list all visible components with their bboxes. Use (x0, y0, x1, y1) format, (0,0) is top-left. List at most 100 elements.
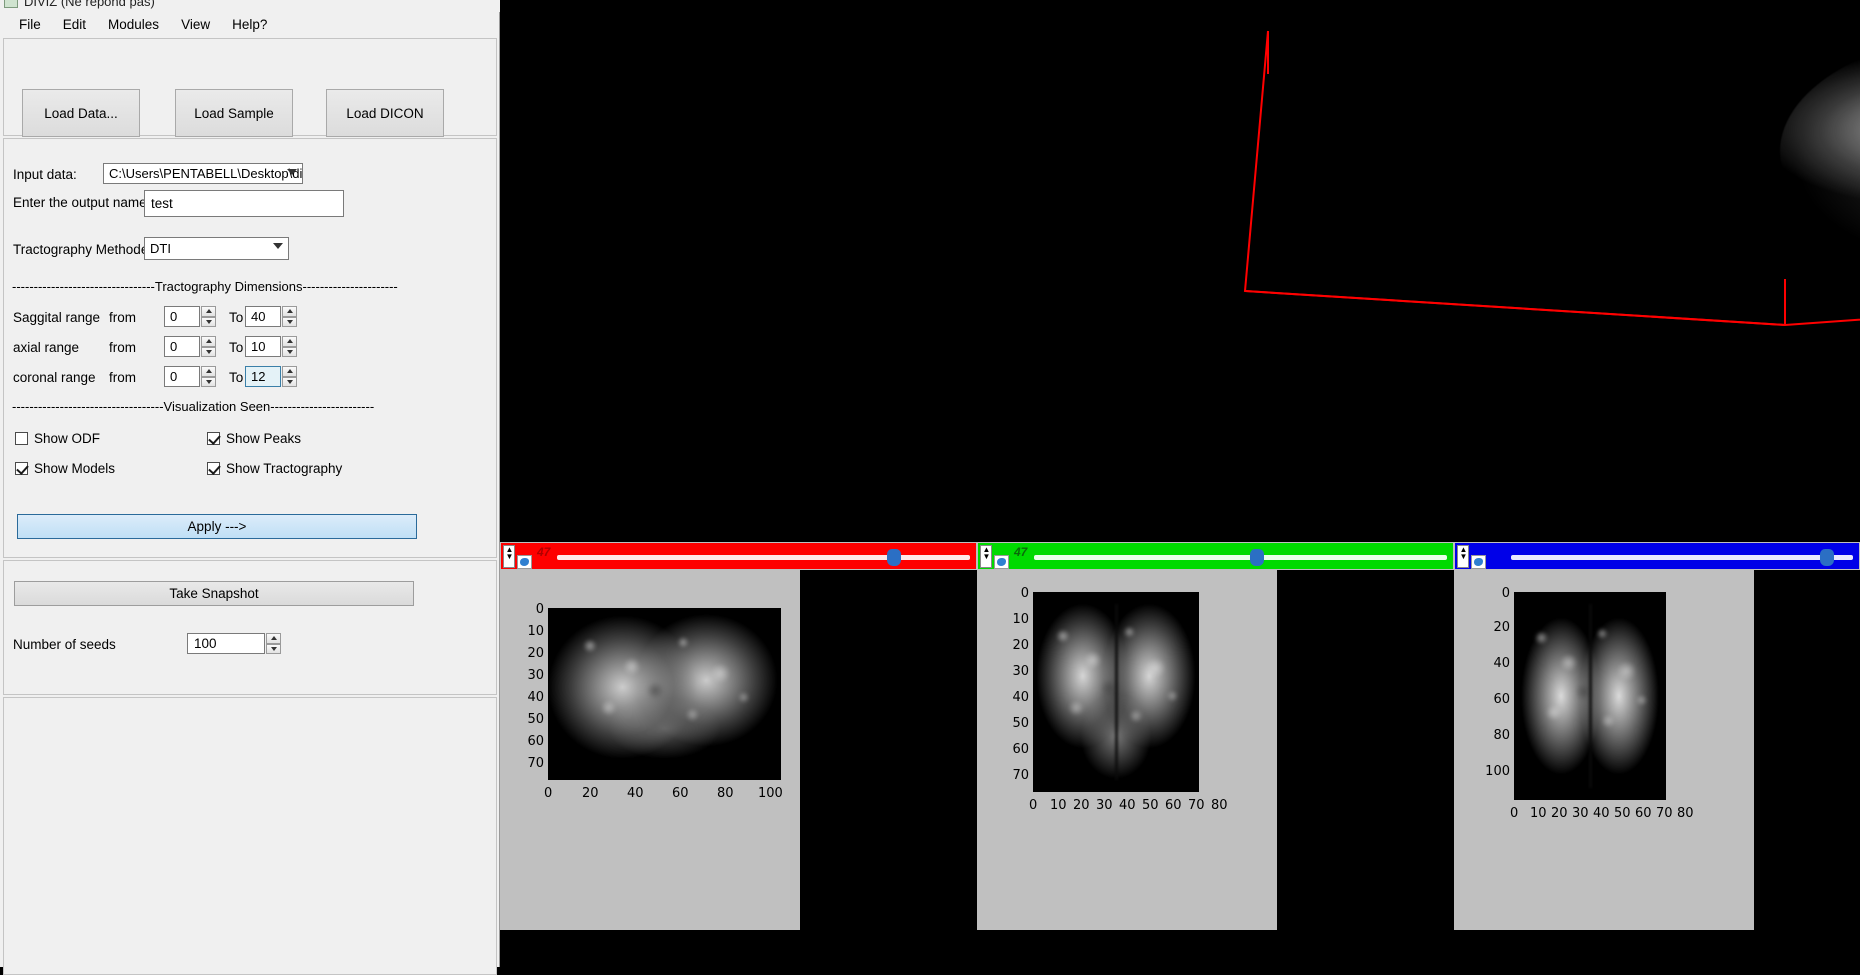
output-name-value: test (151, 196, 173, 211)
coronal-from-spinner[interactable]: 0 (164, 366, 216, 387)
sagittal-slider-thumb-icon[interactable] (517, 555, 532, 569)
axial-x-tick-60: 60 (1635, 806, 1652, 821)
sagittal-x-tick-40: 40 (627, 786, 644, 801)
menu-item-modules[interactable]: Modules (97, 15, 170, 34)
axial-slider-knob[interactable] (1820, 549, 1834, 566)
stepper-up-icon[interactable] (282, 306, 297, 317)
stepper-down-icon[interactable] (266, 643, 281, 654)
axial-to-value[interactable]: 10 (245, 336, 281, 357)
saggital-from-value[interactable]: 0 (164, 306, 200, 327)
show-tractography-checkbox[interactable] (207, 462, 220, 475)
input-data-combobox[interactable]: C:\Users\PENTABELL\Desktop\dipy_ (103, 163, 303, 184)
show-odf-checkbox-row[interactable]: Show ODF (15, 431, 100, 446)
coronal-from-value[interactable]: 0 (164, 366, 200, 387)
separator-dashes-left: --------------------------------- (12, 279, 155, 294)
stepper-down-icon[interactable] (282, 346, 297, 357)
coronal-slice-value: 47 (1014, 545, 1028, 559)
empty-group (3, 697, 497, 975)
load-sample-data-button[interactable]: Load Sample Data... (175, 89, 293, 169)
sagittal-slider-arrows-icon[interactable]: ▲ ▼ (503, 545, 515, 568)
show-odf-checkbox[interactable] (15, 432, 28, 445)
load-data-button[interactable]: Load Data... (22, 89, 140, 137)
menu-item-help[interactable]: Help? (221, 15, 278, 34)
show-tractography-checkbox-row[interactable]: Show Tractography (207, 461, 342, 476)
sagittal-x-tick-60: 60 (672, 786, 689, 801)
number-of-seeds-value[interactable]: 100 (187, 633, 265, 654)
sagittal-slider-knob[interactable] (887, 549, 901, 566)
stepper-up-icon[interactable] (282, 366, 297, 377)
coronal-slice-slider[interactable]: ▲ ▼ 47 (977, 542, 1454, 570)
sagittal-y-tick-70: 70 (527, 756, 544, 771)
sagittal-y-tick-60: 60 (527, 734, 544, 749)
stepper-down-icon[interactable] (201, 376, 216, 387)
axial-brain-slice (1514, 592, 1666, 800)
axial-y-tick-40: 40 (1493, 656, 1510, 671)
coronal-x-tick-70: 70 (1188, 798, 1205, 813)
output-name-input[interactable]: test (144, 190, 344, 217)
saggital-to-value[interactable]: 40 (245, 306, 281, 327)
coronal-slider-track[interactable] (1034, 555, 1447, 560)
axial-from-value[interactable]: 0 (164, 336, 200, 357)
stepper-up-icon[interactable] (282, 336, 297, 347)
saggital-from-label: from (109, 310, 136, 325)
stepper-up-icon[interactable] (201, 366, 216, 377)
axial-from-spinner[interactable]: 0 (164, 336, 216, 357)
coronal-plot-canvas: 0 10 20 30 40 50 60 70 0 10 20 30 40 50 … (977, 570, 1277, 930)
show-models-checkbox-row[interactable]: Show Models (15, 461, 115, 476)
axial-x-tick-70: 70 (1656, 806, 1673, 821)
sagittal-slider-track[interactable] (557, 555, 970, 560)
coronal-slider-thumb-icon[interactable] (994, 555, 1009, 569)
saggital-to-stepper[interactable] (282, 306, 297, 327)
stepper-down-icon[interactable] (201, 316, 216, 327)
saggital-from-stepper[interactable] (201, 306, 216, 327)
axial-from-stepper[interactable] (201, 336, 216, 357)
show-peaks-checkbox-row[interactable]: Show Peaks (207, 431, 301, 446)
coronal-brain-slice (1033, 592, 1199, 792)
show-peaks-label: Show Peaks (226, 431, 302, 446)
axial-to-stepper[interactable] (282, 336, 297, 357)
stepper-up-icon[interactable] (201, 336, 216, 347)
number-of-seeds-spinner[interactable]: 100 (187, 633, 281, 654)
tractography-method-combobox[interactable]: DTI (144, 237, 289, 260)
chevron-down-icon (287, 169, 297, 175)
bounding-box-wireframe (1243, 30, 1860, 327)
stepper-down-icon[interactable] (201, 346, 216, 357)
axial-slider-thumb-icon[interactable] (1471, 555, 1486, 569)
apply-button[interactable]: Apply ---> (17, 514, 417, 539)
show-models-checkbox[interactable] (15, 462, 28, 475)
tractography-dimensions-separator: ---------------------------------Tractog… (12, 279, 450, 295)
coronal-y-tick-40: 40 (1012, 690, 1029, 705)
stepper-down-icon[interactable] (282, 376, 297, 387)
saggital-to-spinner[interactable]: 40 (245, 306, 297, 327)
load-dicom-data-button[interactable]: Load DICON Data... (326, 89, 444, 169)
axial-slider-arrows-icon[interactable]: ▲ ▼ (1457, 545, 1469, 568)
coronal-slider-arrows-icon[interactable]: ▲ ▼ (980, 545, 992, 568)
title-bar: DIVIZ (Ne repond pas) (0, 0, 500, 12)
menu-item-view[interactable]: View (170, 15, 221, 34)
coronal-to-value[interactable]: 12 (245, 366, 281, 387)
stepper-up-icon[interactable] (201, 306, 216, 317)
axial-slider-track[interactable] (1511, 555, 1853, 560)
coronal-to-stepper[interactable] (282, 366, 297, 387)
coronal-to-spinner[interactable]: 12 (245, 366, 297, 387)
sagittal-slice-slider[interactable]: ▲ ▼ 47 (500, 542, 977, 570)
coronal-x-tick-40: 40 (1119, 798, 1136, 813)
parameters-group: Input data: C:\Users\PENTABELL\Desktop\d… (3, 138, 497, 558)
visualization-seen-separator: -----------------------------------Visua… (12, 399, 450, 415)
take-snapshot-button[interactable]: Take Snapshot (14, 581, 414, 606)
sagittal-x-tick-80: 80 (717, 786, 734, 801)
saggital-from-spinner[interactable]: 0 (164, 306, 216, 327)
tractography-3d-viewport[interactable] (500, 29, 1860, 542)
menu-item-edit[interactable]: Edit (52, 15, 97, 34)
sagittal-y-tick-20: 20 (527, 646, 544, 661)
sagittal-y-tick-10: 10 (527, 624, 544, 639)
axial-to-spinner[interactable]: 10 (245, 336, 297, 357)
axial-slice-slider[interactable]: ▲ ▼ (1454, 542, 1860, 570)
coronal-slider-knob[interactable] (1250, 549, 1264, 566)
show-peaks-checkbox[interactable] (207, 432, 220, 445)
stepper-down-icon[interactable] (282, 316, 297, 327)
menu-item-file[interactable]: File (8, 15, 52, 34)
coronal-from-stepper[interactable] (201, 366, 216, 387)
stepper-up-icon[interactable] (266, 633, 281, 644)
number-of-seeds-stepper[interactable] (266, 633, 281, 654)
